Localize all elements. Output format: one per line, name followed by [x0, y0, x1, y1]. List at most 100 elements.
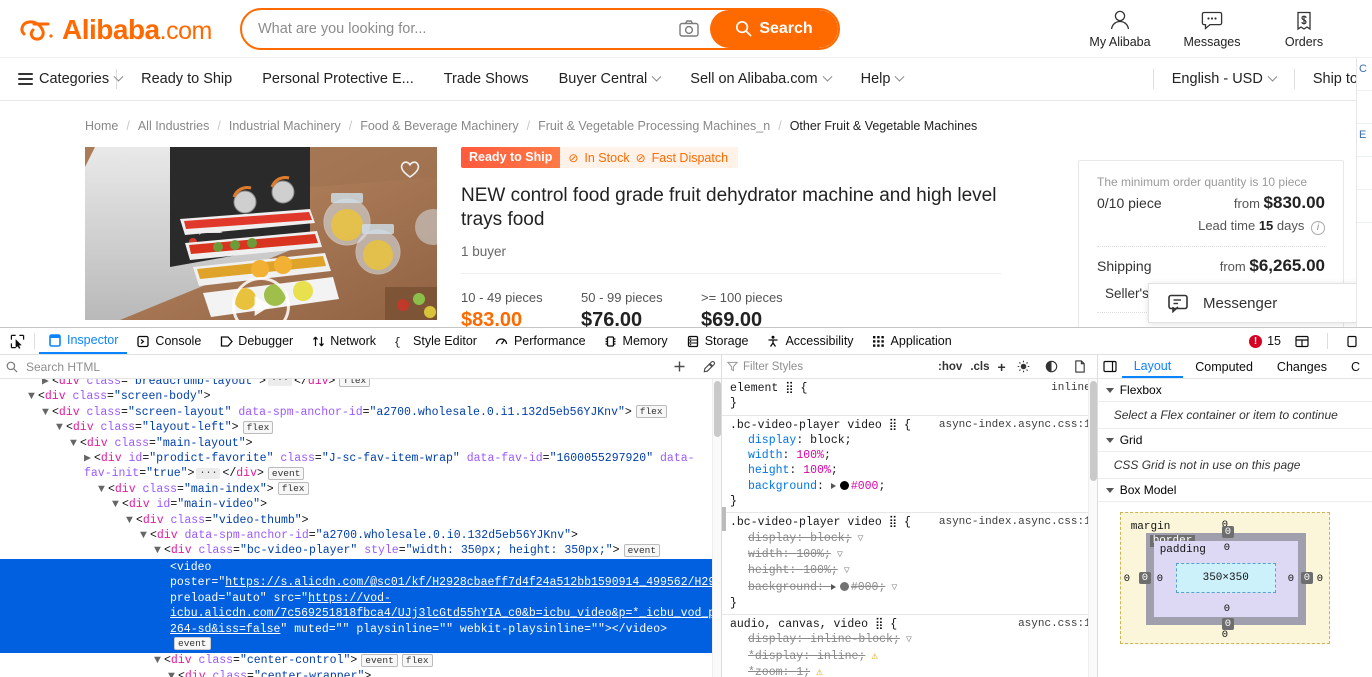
- rule-source[interactable]: async.css:1: [1018, 617, 1091, 632]
- ellipsis-icon[interactable]: ···: [196, 467, 221, 479]
- breadcrumb-item-food-beverage[interactable]: Food & Beverage Machinery: [360, 119, 518, 133]
- expand-triangle-icon[interactable]: [830, 583, 836, 590]
- tab-debugger[interactable]: Debugger: [210, 328, 302, 354]
- error-count-badge[interactable]: ! 15: [1249, 334, 1281, 348]
- class-toggle-button[interactable]: .cls: [968, 361, 991, 373]
- warning-icon[interactable]: ⚠: [871, 650, 878, 665]
- markup-node[interactable]: ▶ <div class="breadcrumb-layout"> ··· </div…: [0, 379, 721, 389]
- markup-node[interactable]: ▼ <div class="main-layout">: [0, 436, 721, 451]
- tab-compatibility[interactable]: C: [1339, 355, 1372, 378]
- tab-style-editor[interactable]: { } Style Editor: [385, 328, 486, 354]
- tab-changes[interactable]: Changes: [1265, 355, 1339, 378]
- print-media-button[interactable]: [1068, 356, 1092, 378]
- css-value[interactable]: inline: [817, 650, 858, 663]
- twisty-expanded-icon[interactable]: ▼: [56, 420, 66, 435]
- locale-selector[interactable]: English - USD: [1172, 71, 1278, 87]
- markup-node[interactable]: ▼ <div class="screen-layout" data-spm-anc…: [0, 405, 721, 420]
- twisty-expanded-icon[interactable]: ▼: [42, 405, 52, 420]
- rule-selector[interactable]: .bc-video-player video: [730, 516, 882, 529]
- rule-source[interactable]: async-index.async.css:1: [939, 418, 1091, 433]
- css-declaration[interactable]: display: inline-block; ▽: [730, 632, 1091, 648]
- search-input[interactable]: [242, 10, 668, 47]
- badge-event[interactable]: event: [267, 466, 305, 480]
- css-declaration[interactable]: width: 100%; ▽: [730, 547, 1091, 563]
- css-property[interactable]: height: [748, 564, 789, 577]
- filter-icon[interactable]: ▽: [891, 581, 897, 596]
- tab-inspector[interactable]: Inspector: [39, 328, 128, 354]
- css-declaration[interactable]: background: #000; ▽: [730, 580, 1091, 596]
- info-icon[interactable]: i: [1311, 220, 1325, 235]
- ship-to-selector[interactable]: Ship to:: [1313, 71, 1362, 87]
- markup-node[interactable]: ▼ <div class="center-wrapper">: [0, 669, 721, 677]
- tab-console[interactable]: Console: [127, 328, 210, 354]
- rule-selector[interactable]: audio, canvas, video: [730, 618, 868, 631]
- search-button[interactable]: Search: [710, 9, 838, 48]
- header-action-orders[interactable]: Orders: [1258, 9, 1350, 49]
- margin-right-value[interactable]: 0: [1317, 573, 1323, 585]
- section-header-flexbox[interactable]: Flexbox: [1097, 379, 1372, 402]
- src-url-part-1[interactable]: https://vod-: [308, 592, 391, 605]
- css-property[interactable]: display: [748, 434, 796, 447]
- tab-accessibility[interactable]: Accessibility: [757, 328, 862, 354]
- rules-scrollbar[interactable]: [1087, 379, 1097, 677]
- filter-styles-field[interactable]: Filter Styles: [727, 361, 932, 373]
- css-value[interactable]: block: [810, 434, 845, 447]
- hover-pseudo-button[interactable]: :hov: [936, 361, 964, 373]
- css-value[interactable]: #000: [851, 581, 879, 594]
- css-rule[interactable]: element ⣿ { inline }: [722, 379, 1097, 416]
- nav-item-ready-to-ship[interactable]: Ready to Ship: [141, 71, 232, 87]
- badge-event[interactable]: event: [174, 637, 211, 651]
- css-property[interactable]: display: [748, 633, 796, 646]
- markup-node[interactable]: ▼ <div data-spm-anchor-id="a2700.wholesal…: [0, 528, 721, 543]
- nav-item-help[interactable]: Help: [861, 71, 905, 87]
- markup-node[interactable]: ▼ <div id="main-video">: [0, 497, 721, 512]
- rule-selector[interactable]: element: [730, 382, 778, 395]
- css-value[interactable]: 100%: [803, 564, 831, 577]
- css-declaration[interactable]: height: 100%; ▽: [730, 563, 1091, 579]
- search-html-input[interactable]: [24, 358, 661, 375]
- nav-item-sell-on-alibaba[interactable]: Sell on Alibaba.com: [690, 71, 833, 87]
- css-declaration[interactable]: *display: inline; ⚠: [730, 649, 1091, 665]
- twisty-expanded-icon[interactable]: ▼: [70, 436, 80, 451]
- markup-node[interactable]: ▼ <div class="main-index"> flex: [0, 482, 721, 497]
- nav-item-trade-shows[interactable]: Trade Shows: [444, 71, 529, 87]
- light-scheme-button[interactable]: [1012, 356, 1036, 378]
- css-rule[interactable]: .bc-video-player video ⣿ { async-index.a…: [722, 513, 1097, 616]
- eyedropper-button[interactable]: [697, 356, 721, 378]
- css-value[interactable]: 100%: [796, 449, 824, 462]
- nav-item-personal-protective[interactable]: Personal Protective E...: [262, 71, 414, 87]
- expand-triangle-icon[interactable]: [830, 482, 836, 489]
- rail-item[interactable]: [1357, 190, 1372, 223]
- rule-source[interactable]: inline: [1051, 381, 1091, 396]
- css-value[interactable]: inline-block: [810, 633, 893, 646]
- css-declaration[interactable]: display: block; ▽: [730, 531, 1091, 547]
- twisty-expanded-icon[interactable]: ▼: [112, 497, 122, 512]
- twisty-collapsed-icon[interactable]: ▶: [42, 379, 52, 389]
- filter-icon[interactable]: ▽: [906, 633, 912, 648]
- twisty-expanded-icon[interactable]: ▼: [140, 528, 150, 543]
- ellipsis-icon[interactable]: ···: [267, 379, 292, 387]
- rail-item[interactable]: [1357, 91, 1372, 124]
- messenger-popup[interactable]: Messenger: [1148, 283, 1372, 323]
- tab-layout[interactable]: Layout: [1121, 355, 1184, 378]
- toggle-sidebar-button[interactable]: [1098, 360, 1122, 373]
- twisty-expanded-icon[interactable]: ▼: [28, 389, 38, 404]
- section-header-box-model[interactable]: Box Model: [1097, 479, 1372, 502]
- markup-node[interactable]: ▶ <div id="prodict-favorite" class="J-sc-…: [0, 451, 721, 482]
- padding-right-value[interactable]: 0: [1288, 573, 1294, 585]
- rail-item[interactable]: E: [1357, 124, 1372, 157]
- rule-selector[interactable]: .bc-video-player video: [730, 419, 882, 432]
- border-top-value[interactable]: 0: [1221, 526, 1235, 538]
- css-property[interactable]: background: [748, 581, 817, 594]
- twisty-expanded-icon[interactable]: ▼: [168, 669, 178, 677]
- markup-node[interactable]: ▼ <div class="video-thumb">: [0, 513, 721, 528]
- split-console-button[interactable]: [1289, 335, 1315, 348]
- css-property[interactable]: width: [748, 449, 783, 462]
- search-bar[interactable]: Search: [240, 7, 840, 50]
- css-declaration[interactable]: width: 100%;: [730, 448, 1091, 463]
- section-header-grid[interactable]: Grid: [1097, 429, 1372, 452]
- twisty-collapsed-icon[interactable]: ▶: [84, 451, 94, 466]
- responsive-design-button[interactable]: [1340, 335, 1366, 348]
- tab-storage[interactable]: Storage: [677, 328, 758, 354]
- css-property[interactable]: *zoom: [748, 666, 783, 677]
